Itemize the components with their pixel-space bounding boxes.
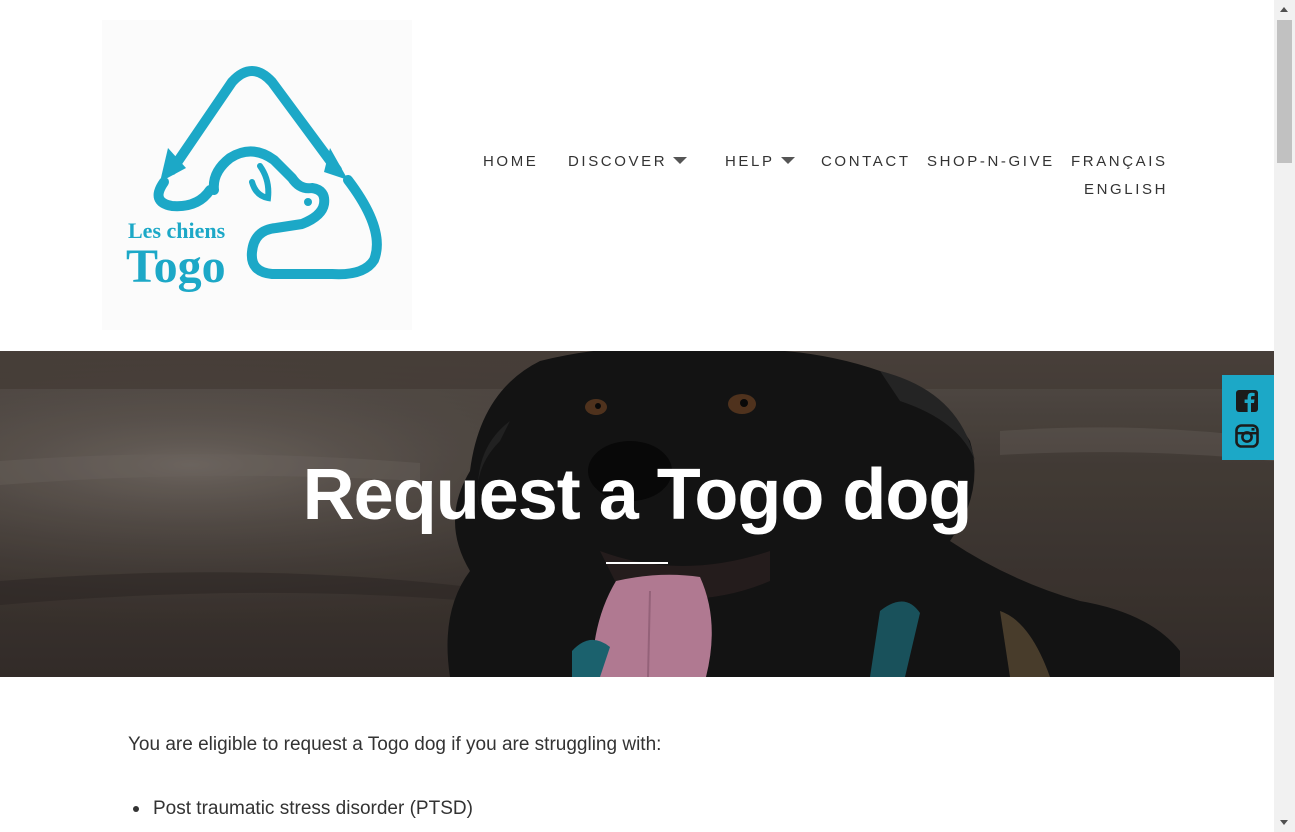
nav-francais[interactable]: FRANÇAIS — [1071, 152, 1168, 172]
nav-contact[interactable]: CONTACT — [821, 152, 911, 172]
arrow-up-icon — [1280, 7, 1288, 12]
main-content: You are eligible to request a Togo dog i… — [128, 732, 1168, 819]
page: Les chiens Togo HOME DISCOVER HELP CONTA… — [0, 0, 1274, 832]
nav-help-label: HELP — [725, 153, 775, 170]
page-title: Request a Togo dog — [302, 455, 973, 535]
instagram-icon[interactable] — [1235, 424, 1259, 448]
bullet-icon — [133, 806, 139, 812]
chevron-down-icon — [673, 157, 688, 164]
eligibility-intro: You are eligible to request a Togo dog i… — [128, 734, 662, 755]
page-scrollbar[interactable] — [1274, 0, 1295, 832]
nav-home[interactable]: HOME — [483, 152, 538, 172]
site-header: Les chiens Togo HOME DISCOVER HELP CONTA… — [0, 0, 1274, 351]
nav-help[interactable]: HELP — [725, 152, 795, 172]
nav-shop-n-give[interactable]: SHOP-N-GIVE — [927, 152, 1055, 172]
chevron-down-icon — [780, 157, 795, 164]
nav-discover-label: DISCOVER — [568, 153, 668, 170]
arrow-down-icon — [1280, 820, 1288, 825]
social-sidebar — [1222, 375, 1274, 460]
eligibility-list: Post traumatic stress disorder (PTSD) — [128, 796, 473, 822]
list-item-label: Post traumatic stress disorder (PTSD) — [153, 798, 473, 819]
title-divider — [606, 562, 668, 564]
scroll-up-button[interactable] — [1274, 0, 1295, 20]
main-navigation: HOME DISCOVER HELP CONTACT SHOP-N-GIVE F… — [0, 0, 1274, 351]
nav-english[interactable]: ENGLISH — [1084, 180, 1168, 200]
nav-discover[interactable]: DISCOVER — [568, 152, 688, 172]
scroll-thumb[interactable] — [1277, 20, 1292, 163]
facebook-icon[interactable] — [1235, 389, 1259, 413]
list-item: Post traumatic stress disorder (PTSD) — [128, 796, 473, 822]
scroll-down-button[interactable] — [1274, 812, 1295, 832]
